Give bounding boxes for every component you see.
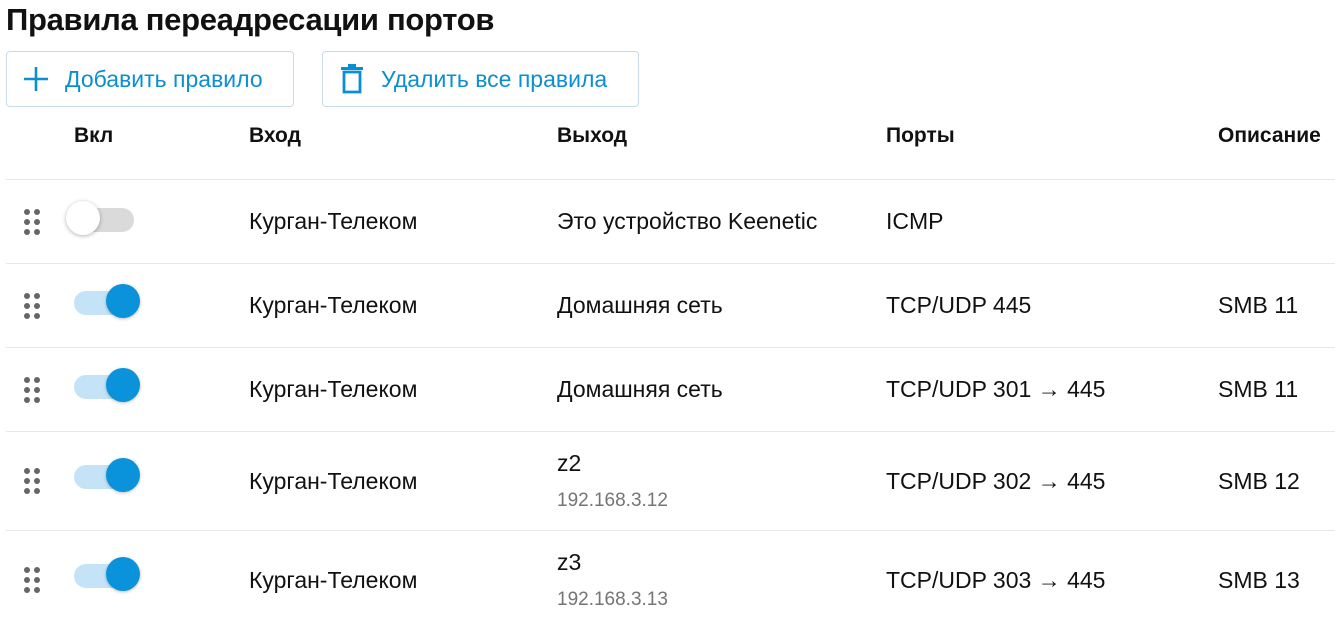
plus-icon — [21, 64, 51, 94]
add-rule-label: Добавить правило — [65, 65, 263, 92]
ports-cell: TCP/UDP 301 → 445 — [886, 376, 1106, 402]
input-cell: Курган-Телеком — [249, 292, 418, 318]
header-output: Выход — [557, 124, 628, 147]
table-row[interactable]: Курган-Телеком z3 192.168.3.13 TCP/UDP 3… — [6, 530, 1335, 618]
drag-handle-icon[interactable] — [23, 208, 41, 236]
ports-cell: TCP/UDP 445 — [886, 292, 1032, 318]
output-cell: z2 — [557, 450, 582, 476]
toggle-knob — [106, 368, 140, 402]
header-description: Описание — [1218, 124, 1321, 147]
description-cell: SMB 11 — [1218, 292, 1299, 318]
toggle-knob — [106, 284, 140, 318]
header-input: Вход — [249, 124, 301, 147]
output-cell: Домашняя сеть — [557, 292, 723, 318]
enable-toggle[interactable] — [70, 283, 142, 319]
table-row[interactable]: Курган-Телеком z2 192.168.3.12 TCP/UDP 3… — [6, 431, 1335, 531]
input-cell: Курган-Телеком — [249, 468, 418, 494]
description-cell: SMB 11 — [1218, 376, 1299, 402]
enable-toggle[interactable] — [70, 457, 142, 493]
enable-toggle[interactable] — [70, 367, 142, 403]
description-cell: SMB 13 — [1218, 567, 1300, 593]
enable-toggle[interactable] — [66, 200, 140, 236]
toggle-knob — [66, 201, 100, 235]
delete-all-rules-button[interactable]: Удалить все правила — [322, 51, 639, 107]
input-cell: Курган-Телеком — [249, 376, 418, 402]
drag-handle-icon[interactable] — [23, 292, 41, 320]
output-ip: 192.168.3.13 — [557, 589, 668, 610]
ports-cell: TCP/UDP 302 → 445 — [886, 468, 1106, 494]
output-cell: Домашняя сеть — [557, 376, 723, 402]
add-rule-button[interactable]: Добавить правило — [6, 51, 294, 107]
output-ip: 192.168.3.12 — [557, 490, 668, 511]
drag-handle-icon[interactable] — [23, 376, 41, 404]
enable-toggle[interactable] — [70, 556, 142, 592]
input-cell: Курган-Телеком — [249, 567, 418, 593]
drag-handle-icon[interactable] — [23, 467, 41, 495]
page-title: Правила переадресации портов — [6, 2, 495, 37]
input-cell: Курган-Телеком — [249, 208, 418, 234]
description-cell: SMB 12 — [1218, 468, 1300, 494]
output-cell: z3 — [557, 549, 582, 575]
ports-cell: TCP/UDP 303 → 445 — [886, 567, 1106, 593]
output-cell: Это устройство Keenetic — [557, 208, 818, 234]
drag-handle-icon[interactable] — [23, 566, 41, 594]
delete-all-rules-label: Удалить все правила — [381, 65, 608, 92]
table-row[interactable]: Курган-Телеком Домашняя сеть TCP/UDP 301… — [6, 347, 1335, 432]
ports-cell: ICMP — [886, 208, 944, 234]
header-ports: Порты — [886, 124, 955, 147]
header-enabled: Вкл — [74, 124, 114, 147]
toggle-knob — [106, 557, 140, 591]
table-row[interactable]: Курган-Телеком Это устройство Keenetic I… — [6, 179, 1335, 264]
table-row[interactable]: Курган-Телеком Домашняя сеть TCP/UDP 445… — [6, 263, 1335, 348]
trash-icon — [337, 64, 367, 94]
toggle-knob — [106, 458, 140, 492]
